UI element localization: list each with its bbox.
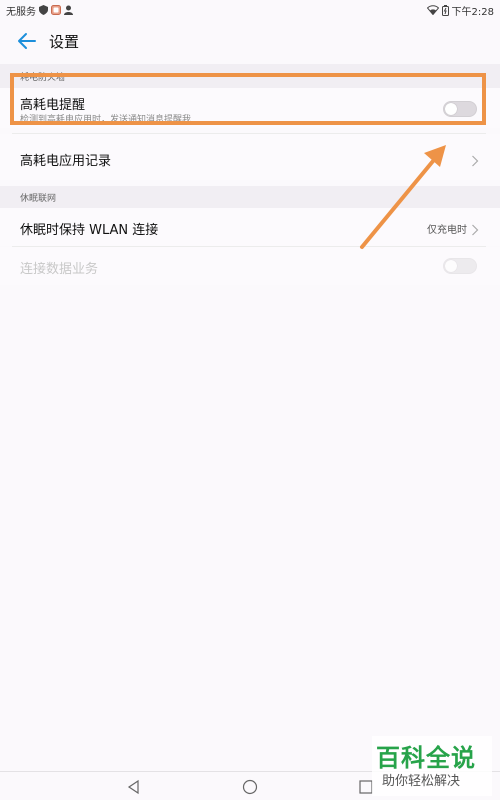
- sleep-wlan-row[interactable]: 休眠时保持 WLAN 连接 仅充电时: [0, 208, 500, 246]
- high-power-record-title: 高耗电应用记录: [20, 154, 112, 169]
- mobile-data-title: 连接数据业务: [20, 262, 99, 277]
- sleep-wlan-value: 仅充电时: [427, 225, 467, 236]
- shield-icon: [39, 5, 48, 15]
- high-power-record-row[interactable]: 高耗电应用记录: [0, 134, 500, 180]
- watermark-title: 百科全说: [376, 744, 476, 772]
- status-bar: 无服务 下午2:28: [0, 0, 500, 20]
- mobile-data-toggle: [443, 258, 477, 274]
- high-power-alert-subtitle: 检测到高耗电应用时，发送通知消息提醒我: [20, 115, 192, 125]
- section-header-sleep-network: 休眠联网: [0, 186, 500, 208]
- status-left: 无服务: [6, 3, 73, 18]
- high-power-alert-title: 高耗电提醒: [20, 98, 86, 113]
- watermark-logo: 百科全说 助你轻松解决: [372, 736, 492, 796]
- person-icon: [64, 5, 73, 15]
- app-notification-icon: [51, 5, 61, 15]
- clock-text: 下午2:28: [451, 6, 494, 18]
- toggle-knob: [445, 260, 457, 272]
- mobile-data-row: 连接数据业务: [0, 247, 500, 285]
- watermark-subtitle: 助你轻松解决: [382, 774, 461, 789]
- home-circle-icon[interactable]: [242, 779, 258, 795]
- title-bar: 设置: [0, 22, 500, 60]
- chevron-right-icon: [471, 152, 479, 167]
- chevron-right-icon: [471, 221, 479, 236]
- back-triangle-icon[interactable]: [126, 779, 142, 795]
- carrier-text: 无服务: [6, 6, 36, 18]
- high-power-alert-row[interactable]: 高耗电提醒 检测到高耗电应用时，发送通知消息提醒我: [0, 88, 500, 128]
- arrow-left-icon[interactable]: [16, 30, 38, 52]
- toggle-knob: [445, 103, 457, 115]
- section-header-power-firewall: 耗电防火墙: [0, 64, 500, 88]
- battery-icon: [441, 4, 449, 16]
- sleep-wlan-title: 休眠时保持 WLAN 连接: [20, 223, 159, 238]
- wifi-icon: [426, 5, 439, 15]
- high-power-alert-toggle[interactable]: [443, 101, 477, 117]
- status-right: 下午2:28: [426, 3, 494, 18]
- page-title: 设置: [49, 33, 80, 51]
